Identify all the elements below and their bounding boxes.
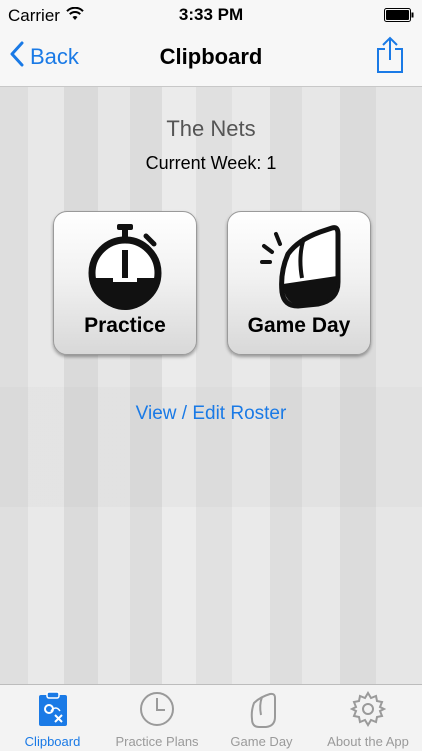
tab-clipboard[interactable]: Clipboard <box>0 685 105 751</box>
tab-about-the-app-label: About the App <box>327 734 409 749</box>
practice-button[interactable]: Practice <box>53 211 197 355</box>
game-day-label: Game Day <box>247 314 351 337</box>
stopwatch-icon <box>84 222 166 319</box>
clipboard-icon <box>38 691 68 730</box>
tab-practice-plans-label: Practice Plans <box>115 734 199 749</box>
tab-about-the-app[interactable]: About the App <box>314 685 422 751</box>
tab-bar: Clipboard Practice Plans Game Day About … <box>0 684 422 751</box>
share-icon <box>376 36 404 78</box>
navigation-bar: Back Clipboard <box>0 30 422 87</box>
tab-clipboard-label: Clipboard <box>24 734 81 749</box>
whistle-icon <box>258 222 348 319</box>
clock-icon <box>139 691 175 730</box>
tab-game-day[interactable]: Game Day <box>209 685 314 751</box>
content-background <box>0 87 422 684</box>
whistle-icon <box>246 691 278 732</box>
status-time: 3:33 PM <box>178 5 244 24</box>
page-title: Clipboard <box>159 44 263 69</box>
share-button[interactable] <box>376 36 404 79</box>
tab-game-day-label: Game Day <box>230 734 293 749</box>
gear-icon <box>349 691 387 730</box>
battery-icon <box>384 7 414 27</box>
tab-practice-plans[interactable]: Practice Plans <box>105 685 209 751</box>
practice-label: Practice <box>84 314 166 337</box>
game-day-button[interactable]: Game Day <box>227 211 371 355</box>
current-week: Current Week: 1 <box>145 153 277 173</box>
team-name: The Nets <box>166 116 256 141</box>
view-edit-roster-link[interactable]: View / Edit Roster <box>0 403 422 425</box>
status-bar: Carrier 3:33 PM <box>0 0 422 30</box>
